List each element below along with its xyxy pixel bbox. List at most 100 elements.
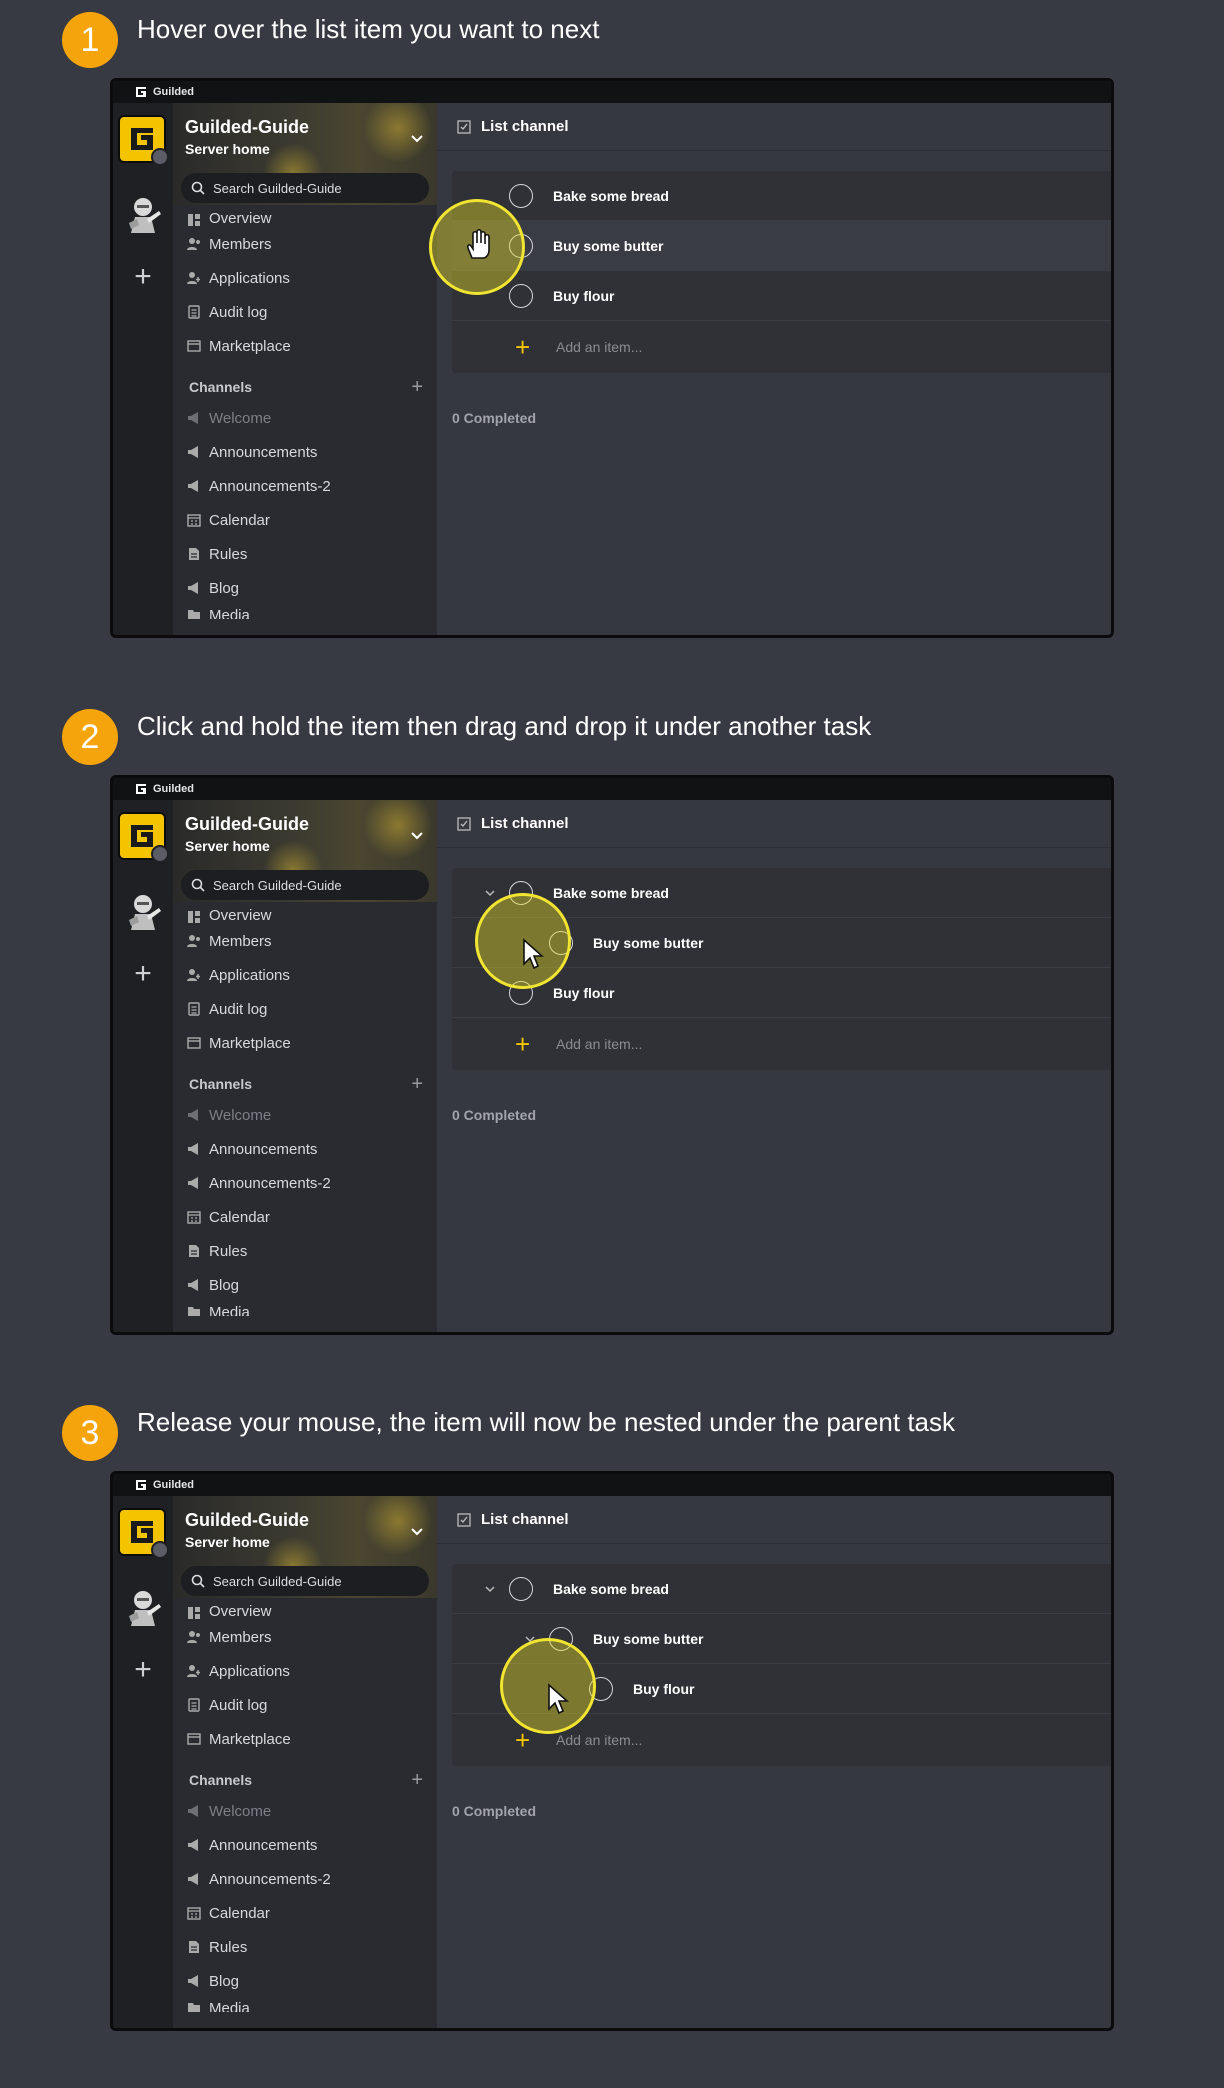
search-input[interactable]: Search Guilded-Guide — [181, 173, 429, 203]
channel-welcome[interactable]: Welcome — [173, 1794, 437, 1828]
applications-icon — [187, 968, 201, 982]
sidebar-item-overview[interactable]: Overview — [173, 207, 437, 227]
channel-announcements-2[interactable]: Announcements-2 — [173, 469, 437, 503]
channel-calendar[interactable]: Calendar — [173, 503, 437, 537]
server-name[interactable]: Guilded-Guide — [185, 1510, 309, 1531]
channel-announcements[interactable]: Announcements — [173, 1828, 437, 1862]
task-checkbox[interactable] — [509, 183, 533, 208]
server-banner: Guilded-Guide Server home Search Guilded… — [173, 103, 437, 205]
app-screenshot: Guilded + Guilded-Guide Server home Sear… — [110, 78, 1114, 638]
server-icon-guilded-guide[interactable] — [118, 812, 169, 863]
sidebar-item-applications[interactable]: Applications — [173, 958, 437, 992]
add-channel-button[interactable]: + — [411, 1074, 423, 1094]
sidebar-item-audit-log[interactable]: Audit log — [173, 992, 437, 1026]
channel-announcements-2[interactable]: Announcements-2 — [173, 1166, 437, 1200]
channel-blog[interactable]: Blog — [173, 1268, 437, 1302]
sidebar-item-applications[interactable]: Applications — [173, 261, 437, 295]
chevron-down-icon[interactable] — [409, 828, 425, 844]
channel-rules[interactable]: Rules — [173, 537, 437, 571]
guilded-logo-icon — [131, 825, 153, 847]
channel-blog[interactable]: Blog — [173, 1964, 437, 1998]
add-server-button[interactable]: + — [129, 262, 157, 292]
announcement-icon — [187, 581, 201, 595]
list-item[interactable]: Buy some butter — [452, 221, 1111, 271]
add-channel-button[interactable]: + — [411, 1770, 423, 1790]
channel-announcements[interactable]: Announcements — [173, 435, 437, 469]
sidebar-item-marketplace[interactable]: Marketplace — [173, 1026, 437, 1060]
plus-icon: + — [515, 332, 531, 362]
chevron-down-icon[interactable] — [484, 887, 496, 899]
chevron-down-icon[interactable] — [409, 131, 425, 147]
list-item[interactable]: Bake some bread — [452, 868, 1111, 918]
overview-icon — [187, 1606, 201, 1620]
task-checkbox[interactable] — [509, 233, 533, 258]
knight-avatar-icon[interactable] — [121, 1586, 165, 1630]
sidebar-item-overview[interactable]: Overview — [173, 904, 437, 924]
channel-announcements[interactable]: Announcements — [173, 1132, 437, 1166]
add-item-input[interactable]: + Add an item... — [452, 1714, 1111, 1766]
list-item[interactable]: Buy flour — [452, 968, 1111, 1018]
channel-rules[interactable]: Rules — [173, 1234, 437, 1268]
task-checkbox[interactable] — [549, 930, 573, 955]
task-checkbox[interactable] — [509, 283, 533, 308]
announcement-icon — [187, 1974, 201, 1988]
server-icon-guilded-guide[interactable] — [118, 115, 169, 166]
step-number-badge: 3 — [62, 1405, 118, 1461]
window-title: Guilded — [153, 86, 194, 98]
list-item[interactable]: Bake some bread — [452, 171, 1111, 221]
calendar-icon — [187, 1210, 201, 1224]
sidebar-item-overview[interactable]: Overview — [173, 1600, 437, 1620]
add-channel-button[interactable]: + — [411, 377, 423, 397]
chevron-down-icon[interactable] — [484, 1583, 496, 1595]
search-input[interactable]: Search Guilded-Guide — [181, 1566, 429, 1596]
marketplace-icon — [187, 1732, 201, 1746]
channel-calendar[interactable]: Calendar — [173, 1200, 437, 1234]
task-checkbox[interactable] — [509, 1576, 533, 1601]
add-item-input[interactable]: + Add an item... — [452, 321, 1111, 373]
chevron-down-icon[interactable] — [409, 1524, 425, 1540]
server-sidebar: Guilded-Guide Server home Search Guilded… — [173, 1496, 437, 2028]
sidebar-item-members[interactable]: Members — [173, 227, 437, 261]
sidebar-item-applications[interactable]: Applications — [173, 1654, 437, 1688]
channel-media[interactable]: Media — [173, 1302, 437, 1316]
knight-avatar-icon[interactable] — [121, 193, 165, 237]
list-item-nested[interactable]: Buy some butter — [452, 918, 1111, 968]
chevron-down-icon[interactable] — [524, 1633, 536, 1645]
search-placeholder: Search Guilded-Guide — [213, 1573, 342, 1589]
sidebar-item-members[interactable]: Members — [173, 924, 437, 958]
task-list: Bake some bread Buy some butter Buy flou… — [452, 1564, 1111, 1766]
server-icon-guilded-guide[interactable] — [118, 1508, 169, 1559]
task-checkbox[interactable] — [549, 1626, 573, 1651]
list-item-nested[interactable]: Buy some butter — [452, 1614, 1111, 1664]
channel-welcome[interactable]: Welcome — [173, 1098, 437, 1132]
list-item[interactable]: Buy flour — [452, 271, 1111, 321]
list-item-nested[interactable]: Buy flour — [452, 1664, 1111, 1714]
task-checkbox[interactable] — [509, 980, 533, 1005]
channel-announcements-2[interactable]: Announcements-2 — [173, 1862, 437, 1896]
sidebar-item-marketplace[interactable]: Marketplace — [173, 1722, 437, 1756]
channel-blog[interactable]: Blog — [173, 571, 437, 605]
server-name[interactable]: Guilded-Guide — [185, 117, 309, 138]
search-input[interactable]: Search Guilded-Guide — [181, 870, 429, 900]
knight-avatar-icon[interactable] — [121, 890, 165, 934]
channel-welcome[interactable]: Welcome — [173, 401, 437, 435]
channel-calendar[interactable]: Calendar — [173, 1896, 437, 1930]
add-server-button[interactable]: + — [129, 959, 157, 989]
sidebar-item-audit-log[interactable]: Audit log — [173, 1688, 437, 1722]
announcement-icon — [187, 1108, 201, 1122]
sidebar-item-marketplace[interactable]: Marketplace — [173, 329, 437, 363]
task-checkbox[interactable] — [589, 1676, 613, 1701]
audit-log-icon — [187, 1002, 201, 1016]
sidebar-item-audit-log[interactable]: Audit log — [173, 295, 437, 329]
app-screenshot: Guilded + Guilded-Guide Server home Sear… — [110, 775, 1114, 1335]
list-item[interactable]: Bake some bread — [452, 1564, 1111, 1614]
window-title: Guilded — [153, 1479, 194, 1491]
sidebar-item-members[interactable]: Members — [173, 1620, 437, 1654]
channel-media[interactable]: Media — [173, 1998, 437, 2012]
task-checkbox[interactable] — [509, 880, 533, 905]
add-server-button[interactable]: + — [129, 1655, 157, 1685]
channel-media[interactable]: Media — [173, 605, 437, 619]
channel-rules[interactable]: Rules — [173, 1930, 437, 1964]
add-item-input[interactable]: + Add an item... — [452, 1018, 1111, 1070]
server-name[interactable]: Guilded-Guide — [185, 814, 309, 835]
